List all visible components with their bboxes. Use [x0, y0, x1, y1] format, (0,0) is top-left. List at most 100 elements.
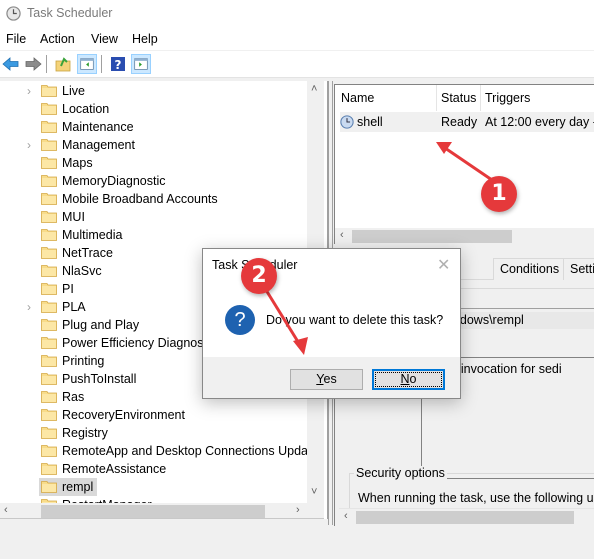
tree-item-label: rempl [62, 480, 94, 494]
up-folder-icon[interactable] [53, 54, 73, 74]
show-hide-console-tree-icon[interactable] [77, 54, 97, 74]
toolbar: ? [0, 51, 594, 78]
table-row[interactable]: shell Ready At 12:00 every day - A [340, 112, 594, 132]
tree-horizontal-scrollbar[interactable]: ‹ › [0, 503, 324, 519]
tree-item[interactable]: MUI [0, 208, 310, 226]
menu-file[interactable]: File [6, 32, 26, 46]
tree-item-label: MUI [62, 210, 85, 224]
folder-icon [41, 174, 57, 187]
folder-icon [41, 102, 57, 115]
dialog-footer: Yes No [203, 357, 460, 398]
chevron-right-icon[interactable]: › [27, 84, 31, 98]
tree-item-label: Management [62, 138, 135, 152]
tree-item-label: Mobile Broadband Accounts [62, 192, 218, 206]
task-clock-icon [340, 115, 354, 129]
annotation-badge-1: 1 [481, 176, 517, 212]
question-icon: ? [225, 305, 255, 335]
title-bar: Task Scheduler [0, 0, 594, 28]
scroll-left-icon[interactable]: ‹ [344, 510, 348, 522]
tree-item-label: PushToInstall [62, 372, 137, 386]
help-icon[interactable]: ? [108, 54, 128, 74]
tree-item-label: Multimedia [62, 228, 123, 242]
menu-view[interactable]: View [91, 32, 118, 46]
tab-settings[interactable]: Setti [563, 258, 594, 280]
folder-icon [41, 138, 57, 151]
column-separator[interactable] [436, 85, 437, 111]
tree-item[interactable]: RecoveryEnvironment [0, 406, 310, 424]
tree-item-label: PLA [62, 300, 86, 314]
task-list: Name Status Triggers shell Ready At 12:0… [334, 84, 594, 244]
task-triggers: At 12:00 every day - A [485, 115, 594, 129]
tree-item[interactable]: Location [0, 100, 310, 118]
column-separator[interactable] [480, 85, 481, 111]
menu-help[interactable]: Help [132, 32, 158, 46]
folder-icon [41, 228, 57, 241]
tree-item[interactable]: Maintenance [0, 118, 310, 136]
column-header-name[interactable]: Name [341, 91, 374, 105]
task-name: shell [357, 115, 383, 129]
toolbar-separator [46, 55, 47, 73]
tree-item-label: MemoryDiagnostic [62, 174, 166, 188]
tree-item[interactable]: Mobile Broadband Accounts [0, 190, 310, 208]
folder-icon [41, 246, 57, 259]
folder-icon [41, 372, 57, 385]
folder-icon [41, 84, 57, 97]
folder-icon [41, 426, 57, 439]
scroll-left-icon[interactable]: ‹ [340, 229, 344, 241]
chevron-right-icon[interactable]: › [27, 138, 31, 152]
tab-conditions[interactable]: Conditions [493, 258, 567, 280]
folder-icon [41, 282, 57, 295]
tree-item-label: Live [62, 84, 85, 98]
tree-item[interactable]: Registry [0, 424, 310, 442]
folder-icon [41, 462, 57, 475]
list-horizontal-scrollbar[interactable]: ‹ [335, 228, 594, 244]
scroll-thumb[interactable] [352, 230, 512, 243]
back-arrow-icon[interactable] [1, 54, 21, 74]
column-header-status[interactable]: Status [441, 91, 476, 105]
tree-item[interactable]: › Live [0, 82, 310, 100]
folder-icon [41, 300, 57, 313]
scroll-thumb[interactable] [41, 505, 265, 518]
tree-item-label: Plug and Play [62, 318, 140, 332]
chevron-right-icon[interactable]: › [27, 300, 31, 314]
scroll-left-icon[interactable]: ‹ [4, 504, 8, 516]
details-horizontal-scrollbar[interactable]: ‹ [339, 508, 594, 524]
tree-item[interactable]: Multimedia [0, 226, 310, 244]
folder-icon [41, 336, 57, 349]
tree-item[interactable]: › Management [0, 136, 310, 154]
tree-item-label: PI [62, 282, 74, 296]
tree-item-label: Maps [62, 156, 93, 170]
tree-item-label: Ras [62, 390, 85, 404]
forward-arrow-icon[interactable] [23, 54, 43, 74]
folder-icon [41, 192, 57, 205]
menu-action[interactable]: Action [40, 32, 75, 46]
tree-item[interactable]: rempl [0, 478, 310, 496]
folder-icon [41, 408, 57, 421]
scroll-right-icon[interactable]: › [296, 504, 300, 516]
folder-icon [41, 318, 57, 331]
tree-item-label: RemoteAssistance [62, 462, 167, 476]
toolbar-separator [101, 55, 102, 73]
column-header-triggers[interactable]: Triggers [485, 91, 530, 105]
svg-text:?: ? [115, 58, 122, 72]
scroll-thumb[interactable] [356, 511, 574, 524]
tree-item-label: Power Efficiency Diagnostics [62, 336, 223, 350]
show-hide-action-pane-icon[interactable] [131, 54, 151, 74]
window-title: Task Scheduler [27, 6, 113, 20]
clock-icon [6, 6, 21, 21]
folder-icon [41, 354, 57, 367]
tree-item[interactable]: MemoryDiagnostic [0, 172, 310, 190]
scroll-up-icon[interactable]: ˄ [311, 83, 317, 95]
no-button[interactable]: No [372, 369, 445, 390]
tree-item[interactable]: Maps [0, 154, 310, 172]
tree-item-label: RecoveryEnvironment [62, 408, 185, 422]
folder-icon [41, 444, 57, 457]
task-status: Ready [441, 115, 478, 129]
tree-item[interactable]: RemoteApp and Desktop Connections Update [0, 442, 318, 460]
folder-icon [41, 210, 57, 223]
tree-item[interactable]: RemoteAssistance [0, 460, 310, 478]
close-icon[interactable]: ✕ [437, 255, 450, 275]
yes-button[interactable]: Yes [290, 369, 363, 390]
scroll-down-icon[interactable]: ˅ [311, 486, 317, 498]
folder-icon [41, 264, 57, 277]
